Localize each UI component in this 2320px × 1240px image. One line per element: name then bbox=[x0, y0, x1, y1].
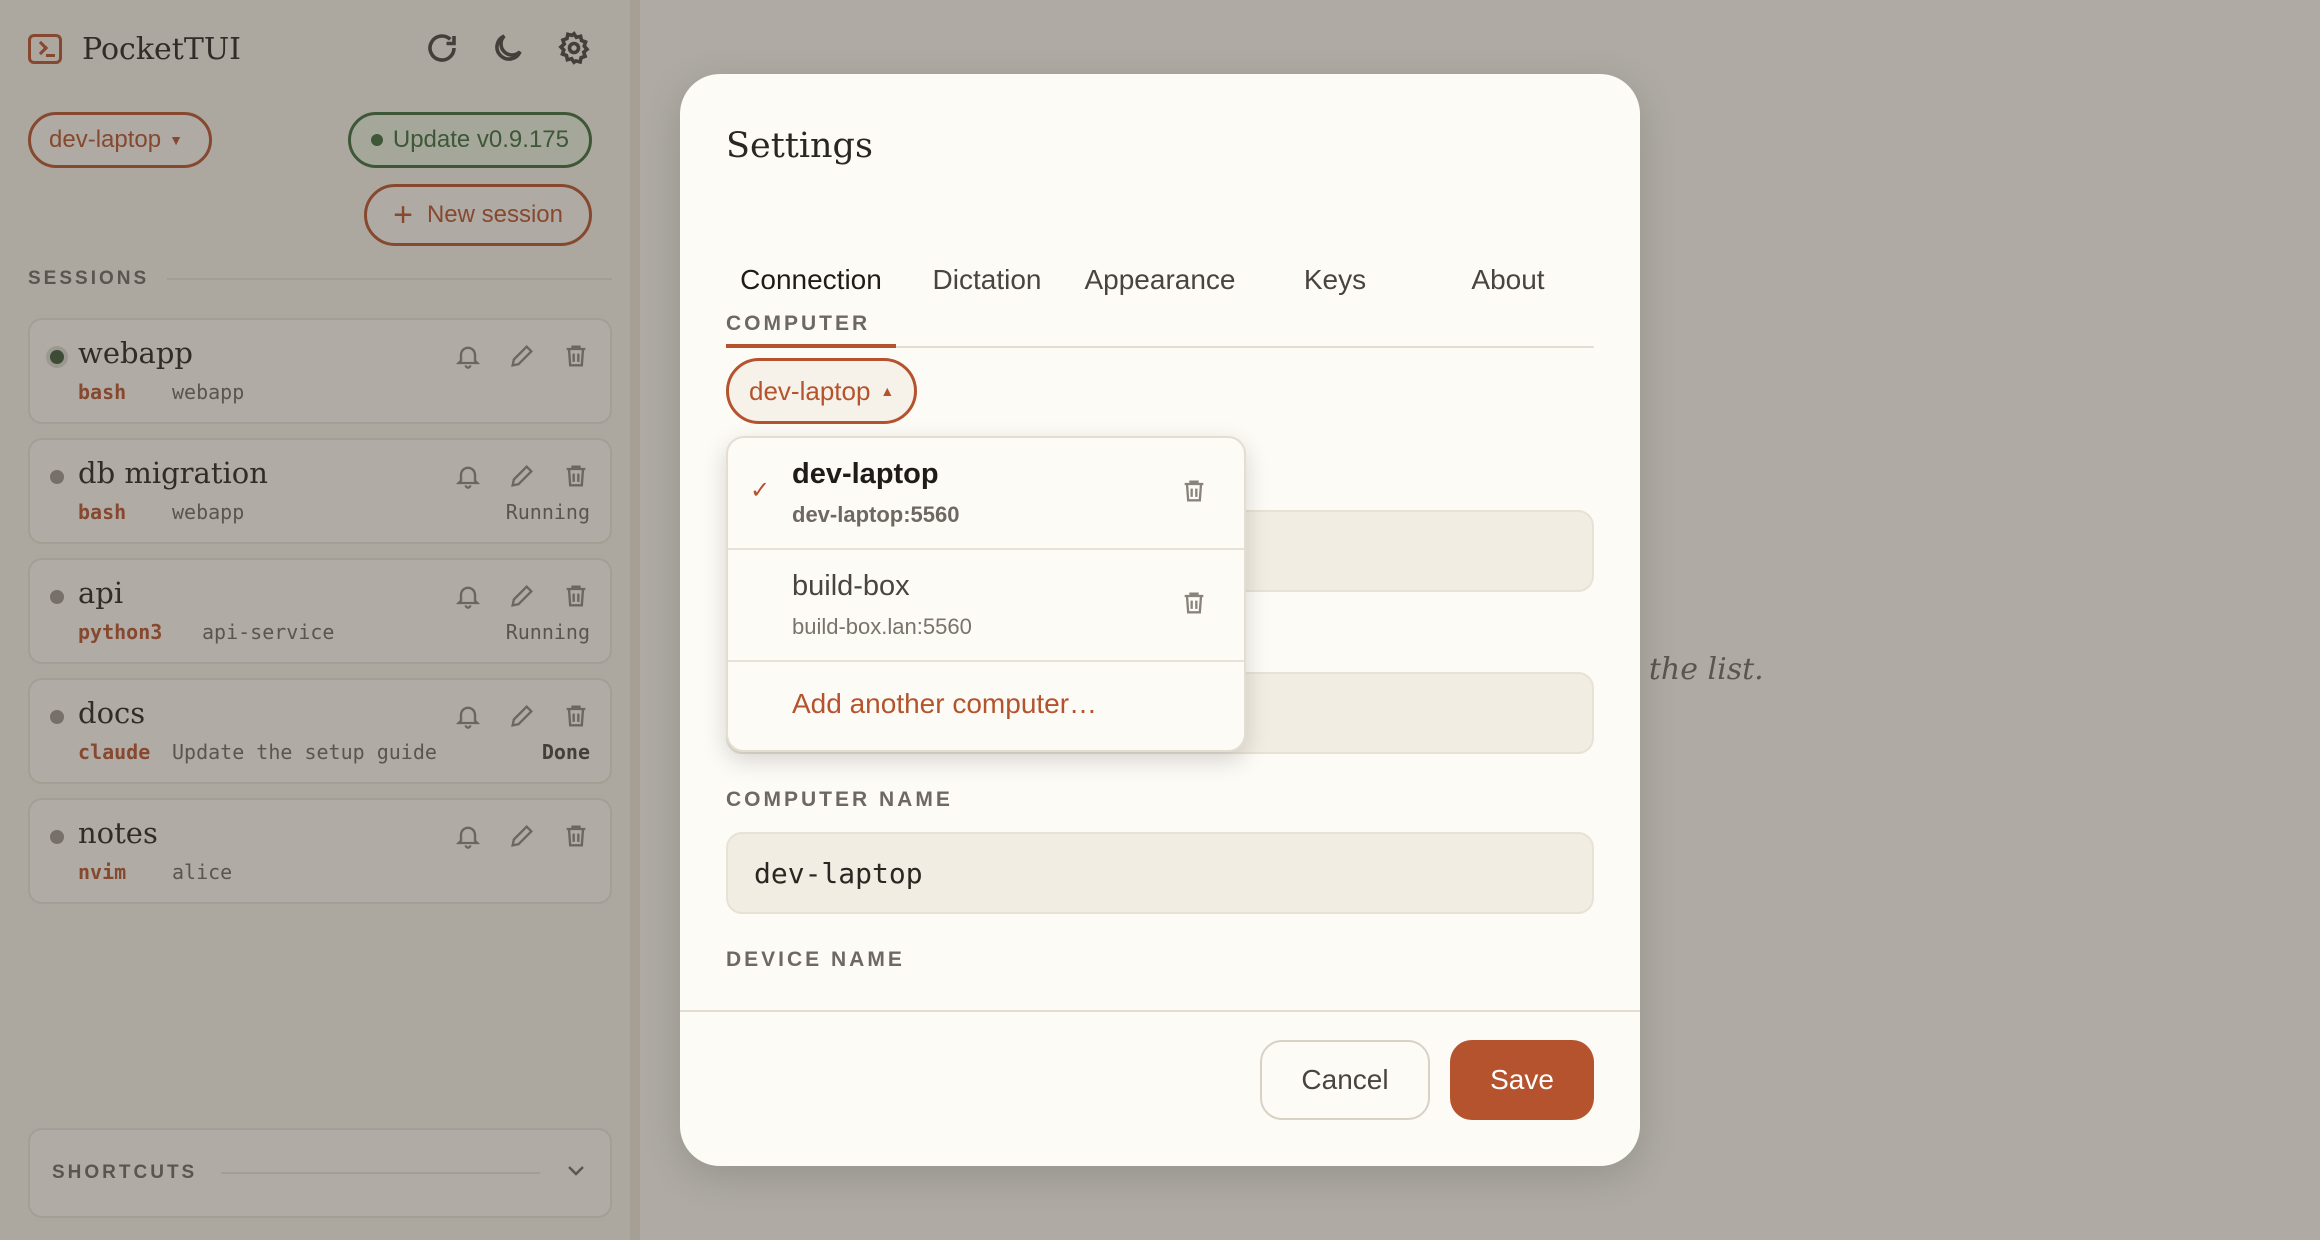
tab-about[interactable]: About bbox=[1422, 214, 1594, 346]
cancel-button[interactable]: Cancel bbox=[1260, 1040, 1430, 1120]
dialog-title: Settings bbox=[726, 126, 873, 166]
computer-select-value: dev-laptop bbox=[749, 375, 871, 406]
footer-divider bbox=[680, 1010, 1640, 1012]
dropdown-item-build-box[interactable]: build-box build-box.lan:5560 bbox=[728, 550, 1244, 662]
tab-appearance[interactable]: Appearance bbox=[1072, 214, 1248, 346]
dropdown-item-address: build-box.lan:5560 bbox=[792, 614, 972, 639]
computer-name-label: COMPUTER NAME bbox=[726, 788, 953, 811]
computer-name-field[interactable]: dev-laptop bbox=[726, 832, 1594, 914]
trash-icon[interactable] bbox=[1180, 588, 1208, 623]
tab-keys[interactable]: Keys bbox=[1248, 214, 1422, 346]
check-icon: ✓ bbox=[750, 477, 771, 504]
dropdown-item-name: dev-laptop bbox=[792, 458, 939, 490]
dropdown-item-address: dev-laptop:5560 bbox=[792, 502, 960, 527]
computer-dropdown: ✓ dev-laptop dev-laptop:5560 build-box b… bbox=[726, 436, 1246, 752]
tab-dictation[interactable]: Dictation bbox=[902, 214, 1072, 346]
dropdown-item-dev-laptop[interactable]: ✓ dev-laptop dev-laptop:5560 bbox=[728, 438, 1244, 550]
dropdown-item-name: build-box bbox=[792, 570, 910, 602]
computer-select[interactable]: dev-laptop ▲ bbox=[726, 358, 918, 424]
device-name-label: DEVICE NAME bbox=[726, 948, 905, 971]
computer-section-label: COMPUTER bbox=[726, 312, 871, 335]
save-button[interactable]: Save bbox=[1450, 1040, 1594, 1120]
add-computer-link[interactable]: Add another computer… bbox=[792, 688, 1097, 720]
chevron-up-icon: ▲ bbox=[880, 383, 895, 399]
trash-icon[interactable] bbox=[1180, 476, 1208, 511]
